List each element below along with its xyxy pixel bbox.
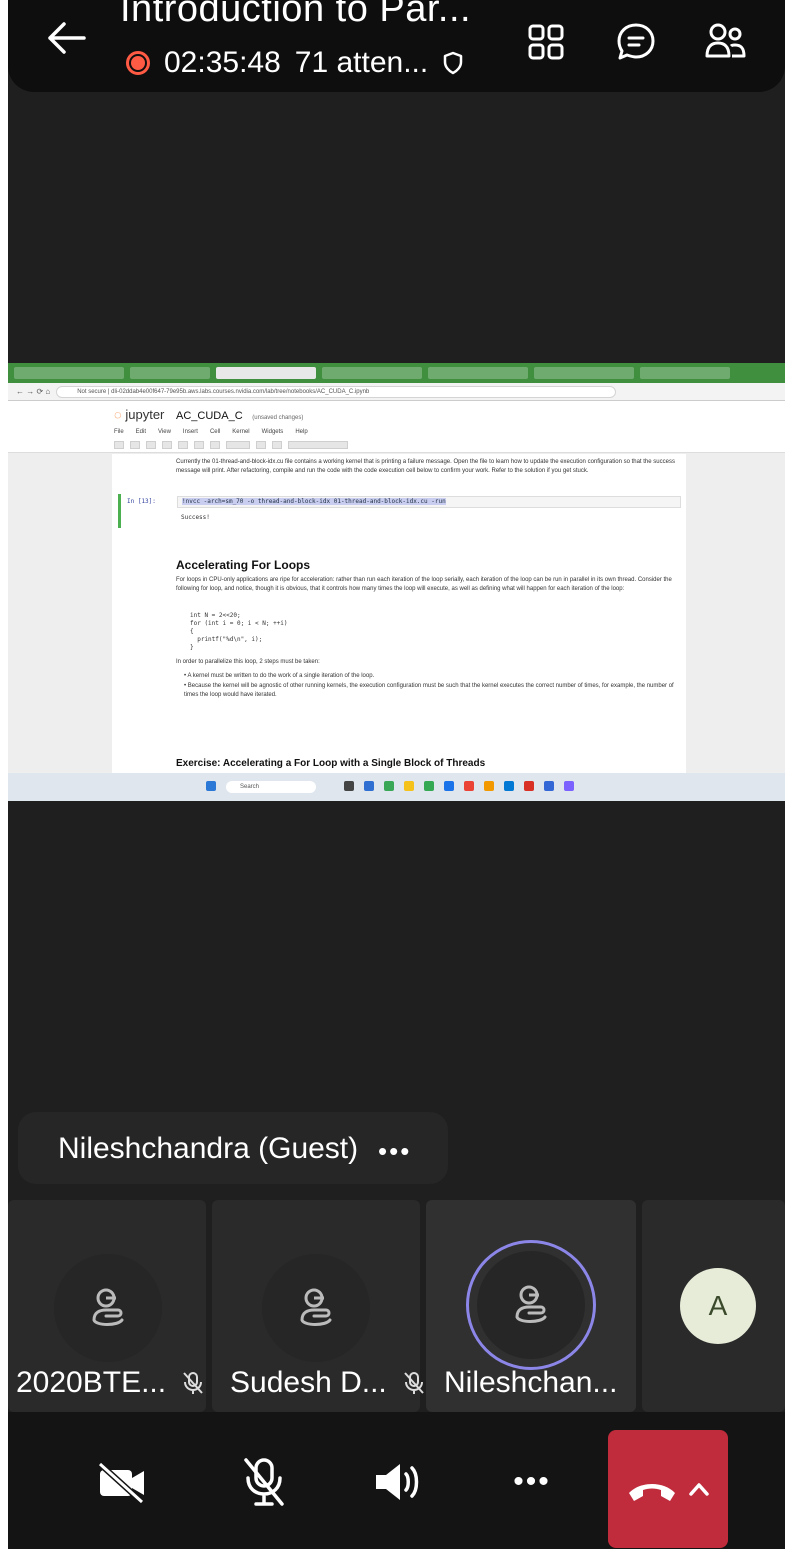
jupyter-mark-icon: ◌ (114, 407, 122, 422)
speaker-button[interactable] (368, 1452, 428, 1512)
section-paragraph: For loops in CPU-only applications are r… (176, 577, 672, 592)
taskbar-app-icon (524, 781, 534, 791)
recording-icon (126, 51, 150, 75)
cell-input: !nvcc -arch=sm_70 -o thread-and-block-id… (177, 496, 681, 508)
leave-call-button[interactable] (608, 1430, 728, 1548)
section-heading: Accelerating For Loops (176, 558, 311, 572)
notebook-menu: File Edit View Insert Cell Kernel Widget… (114, 429, 308, 435)
bullet-item: • A kernel must be written to do the wor… (184, 673, 375, 679)
taskbar-app-icon (424, 781, 434, 791)
meeting-timer: 02:35:48 (164, 46, 281, 79)
shared-screen: ← → ⟳ ⌂ Not secure | dli-02ddab4e00f647-… (8, 363, 785, 801)
jupyter-logo: ◌ jupyter AC_CUDA_C (unsaved changes) (114, 407, 304, 422)
speaker-icon (376, 1464, 419, 1500)
cell-prompt: In [13]: (127, 498, 156, 505)
guest-icon (92, 1288, 124, 1326)
notebook-header: ◌ jupyter AC_CUDA_C (unsaved changes) Fi… (8, 401, 785, 453)
notebook-toolbar (114, 441, 348, 449)
address-field: Not secure | dli-02ddab4e00f647-79e95b.a… (56, 385, 617, 398)
participant-avatar-initial: A (680, 1268, 756, 1344)
participants-button[interactable] (704, 20, 748, 64)
camera-off-icon (97, 1461, 145, 1504)
participant-tile[interactable]: 2020BTE... (8, 1200, 206, 1412)
participant-more-button[interactable]: ••• (378, 1136, 411, 1167)
call-header: Introduction to Par... 02:35:48 71 atten… (8, 0, 785, 92)
back-button[interactable] (42, 18, 90, 58)
participant-label: 2020BTE... (16, 1366, 204, 1400)
browser-address-bar: ← → ⟳ ⌂ Not secure | dli-02ddab4e00f647-… (8, 383, 785, 401)
mic-off-icon (244, 1458, 284, 1506)
browser-tab (322, 367, 422, 379)
shield-icon (443, 51, 463, 75)
browser-tab (130, 367, 210, 379)
attendee-count: 71 atten... (294, 46, 429, 79)
next-heading: Exercise: Accelerating a For Loop with a… (176, 758, 486, 769)
participant-label: Sudesh D... (230, 1366, 425, 1400)
chat-button[interactable] (614, 20, 658, 64)
hang-up-icon (629, 1484, 675, 1501)
meeting-title: Introduction to Par... (120, 0, 472, 30)
back-arrow-icon (48, 22, 86, 54)
taskbar-app-icon (484, 781, 494, 791)
guest-icon (515, 1285, 547, 1323)
people-icon (705, 23, 746, 58)
view-layout-button[interactable] (524, 20, 568, 64)
browser-tab (534, 367, 634, 379)
bullet-item: • Because the kernel will be agnostic of… (184, 683, 674, 698)
mic-off-icon (183, 1372, 203, 1394)
participant-label: Nileshchan... (444, 1366, 618, 1399)
active-participant-name: Nileshchandra (Guest) (58, 1132, 359, 1165)
guest-avatar (477, 1251, 585, 1359)
guest-icon (300, 1288, 332, 1326)
windows-taskbar: Search (8, 773, 785, 801)
participant-tile[interactable]: Sudesh D... (212, 1200, 424, 1412)
taskbar-app-icon (344, 781, 354, 791)
mic-off-icon (404, 1372, 424, 1394)
taskbar-search: Search (226, 781, 316, 793)
browser-tab-active (216, 367, 316, 379)
notebook-name: AC_CUDA_C (176, 410, 243, 422)
meeting-meta: 02:35:48 71 atten... (126, 46, 464, 80)
participant-tiles: 2020BTE... Sudesh D... Nileshchan... A (8, 1200, 785, 1412)
taskbar-app-icon (364, 781, 374, 791)
windows-start-icon (206, 781, 216, 791)
participant-tile-speaking[interactable]: Nileshchan... (426, 1200, 636, 1412)
microphone-toggle-button[interactable] (234, 1452, 294, 1512)
guest-avatar (54, 1254, 162, 1362)
notebook-page: ◌ jupyter AC_CUDA_C (unsaved changes) Fi… (8, 401, 785, 773)
guest-avatar (262, 1254, 370, 1362)
cell-output: Success! (181, 514, 210, 521)
taskbar-app-icon (404, 781, 414, 791)
browser-tab (428, 367, 528, 379)
chat-icon (617, 23, 655, 60)
taskbar-app-icon (564, 781, 574, 791)
taskbar-app-icon (444, 781, 454, 791)
browser-tab (14, 367, 124, 379)
notebook-status: (unsaved changes) (252, 415, 304, 421)
nav-arrows-icon: ← → ⟳ ⌂ (16, 387, 51, 396)
browser-tabs (8, 363, 785, 383)
steps-intro: In order to parallelize this loop, 2 ste… (176, 659, 320, 665)
active-participant-bubble[interactable]: Nileshchandra (Guest) ••• (18, 1112, 448, 1184)
participant-tile[interactable]: A (642, 1200, 785, 1412)
chevron-up-icon[interactable] (688, 1481, 710, 1497)
meeting-screen: Introduction to Par... 02:35:48 71 atten… (8, 0, 785, 1549)
taskbar-app-icon (464, 781, 474, 791)
code-block: int N = 2<<20; for (int i = 0; i < N; ++… (190, 612, 288, 651)
taskbar-app-icon (504, 781, 514, 791)
notebook-body: Currently the 01-thread-and-block-idx.cu… (112, 454, 686, 773)
browser-tab (640, 367, 730, 379)
taskbar-app-icon (544, 781, 554, 791)
grid-layout-icon (528, 24, 564, 60)
taskbar-app-icon (384, 781, 394, 791)
call-controls: ••• (8, 1412, 785, 1549)
camera-toggle-button[interactable] (92, 1452, 152, 1512)
code-cell: In [13]: !nvcc -arch=sm_70 -o thread-and… (118, 494, 681, 528)
more-options-button[interactable]: ••• (502, 1452, 562, 1512)
intro-text: Currently the 01-thread-and-block-idx.cu… (176, 459, 675, 474)
